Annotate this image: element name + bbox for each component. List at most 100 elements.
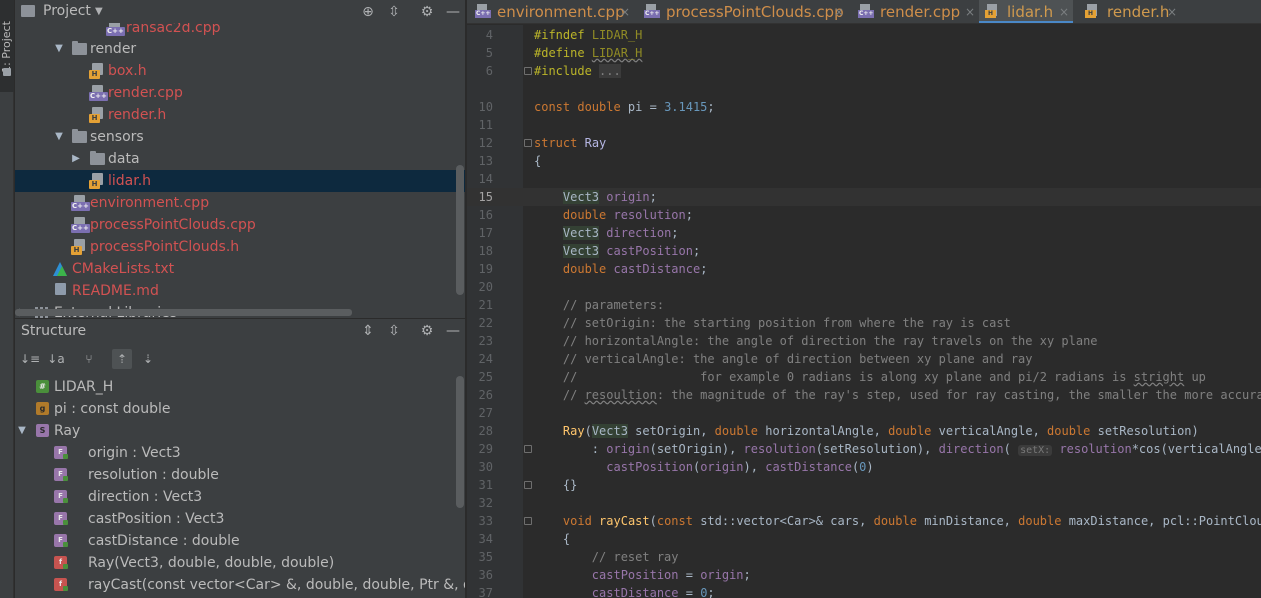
- code-line: 32: [467, 494, 1261, 512]
- locate-target-icon[interactable]: ⊕: [359, 3, 377, 21]
- sort-by-type-icon[interactable]: ↓≡: [20, 349, 40, 369]
- structure-item-label: resolution : double: [88, 467, 219, 483]
- code-line: 17 Vect3 direction;: [467, 224, 1261, 242]
- structure-panel: Structure ⇕ ⇳ ⚙ — ↓≡ ↓a ⑂ ⇡ ⇣ # LIDAR_H …: [15, 318, 465, 598]
- tree-item-processpointclouds-h[interactable]: H processPointClouds.h: [15, 236, 465, 258]
- line-number: 26: [478, 388, 493, 402]
- fold-collapse-icon[interactable]: [524, 139, 532, 147]
- current-code-line: 15 Vect3 origin;: [467, 188, 1261, 206]
- structure-item-ray-constructor[interactable]: f Ray(Vect3, double, double, double): [15, 552, 465, 574]
- parameter-hint: setX:: [1018, 445, 1053, 456]
- structure-item-lidar-h-macro[interactable]: # LIDAR_H: [15, 376, 465, 398]
- tree-item-render-h[interactable]: H render.h: [15, 104, 465, 126]
- structure-item-ray[interactable]: ▼ S Ray: [15, 420, 465, 442]
- tab-label: lidar.h: [1007, 3, 1054, 21]
- line-number: 11: [478, 118, 493, 132]
- structure-item-raycast[interactable]: f rayCast(const vector<Car> &, double, d…: [15, 574, 465, 596]
- structure-item-label: castDistance : double: [88, 533, 240, 549]
- collapse-all-icon[interactable]: ⇳: [385, 3, 403, 21]
- structure-vertical-scrollbar[interactable]: [456, 376, 464, 508]
- fold-collapse-icon[interactable]: [524, 481, 532, 489]
- tree-item-sensors-folder[interactable]: ▼ sensors: [15, 126, 465, 148]
- tree-item-box-h[interactable]: H box.h: [15, 60, 465, 82]
- public-lock-icon: [63, 520, 68, 525]
- tree-item-data-folder[interactable]: ▶ data: [15, 148, 465, 170]
- line-number: 17: [478, 226, 493, 240]
- code-line: 13{: [467, 152, 1261, 170]
- tree-item-render-cpp[interactable]: C++ render.cpp: [15, 82, 465, 104]
- tree-item-render-folder[interactable]: ▼ render: [15, 38, 465, 60]
- cpp-file-icon: C++: [71, 195, 90, 211]
- autoscroll-from-source-icon[interactable]: ⇣: [138, 349, 158, 369]
- line-number: 25: [478, 370, 493, 384]
- fold-collapse-icon[interactable]: [524, 445, 532, 453]
- code-line: 21 // parameters:: [467, 296, 1261, 314]
- show-inherited-icon[interactable]: ⑂: [79, 349, 99, 369]
- fold-expand-icon[interactable]: [524, 67, 532, 75]
- structure-item-direction[interactable]: F direction : Vect3: [15, 486, 465, 508]
- macro-icon: #: [36, 380, 49, 393]
- close-icon[interactable]: ×: [1059, 0, 1069, 23]
- fold-collapse-icon[interactable]: [524, 517, 532, 525]
- tree-item-cmakelists[interactable]: CMakeLists.txt: [15, 258, 465, 280]
- code-line: 10 const double pi = 3.1415;: [467, 98, 1261, 116]
- tab-label: environment.cpp: [497, 3, 625, 21]
- header-file-icon: H: [1085, 4, 1099, 19]
- code-line: 27: [467, 404, 1261, 422]
- collapse-all-icon[interactable]: ⇳: [385, 322, 403, 340]
- structure-item-origin[interactable]: F origin : Vect3: [15, 442, 465, 464]
- structure-item-resolution[interactable]: F resolution : double: [15, 464, 465, 486]
- project-horizontal-scrollbar[interactable]: [15, 309, 352, 316]
- public-lock-icon: [63, 498, 68, 503]
- cpp-file-icon: C++: [475, 4, 492, 19]
- hide-panel-icon[interactable]: —: [444, 3, 462, 21]
- line-number: 15: [478, 190, 493, 204]
- tree-item-readme[interactable]: README.md: [15, 280, 465, 302]
- tab-lidar-h[interactable]: H lidar.h ×: [979, 0, 1073, 23]
- gear-icon[interactable]: ⚙: [418, 3, 436, 21]
- project-tool-tab[interactable]: 1: Project: [0, 0, 14, 92]
- tab-render-cpp[interactable]: C++ render.cpp ×: [852, 0, 980, 23]
- expand-all-icon[interactable]: ⇕: [359, 322, 377, 340]
- code-line: 19 double castDistance;: [467, 260, 1261, 278]
- chevron-down-icon[interactable]: ▼: [95, 0, 103, 23]
- tree-item-label: render: [90, 41, 137, 57]
- project-vertical-scrollbar[interactable]: [456, 165, 464, 295]
- chevron-right-icon[interactable]: ▶: [70, 148, 82, 170]
- line-number: 23: [478, 334, 493, 348]
- gear-icon[interactable]: ⚙: [418, 322, 436, 340]
- hide-panel-icon[interactable]: —: [444, 322, 462, 340]
- tab-render-h[interactable]: H render.h ×: [1079, 0, 1183, 23]
- line-number: 21: [478, 298, 493, 312]
- close-icon[interactable]: ×: [620, 0, 630, 23]
- project-view-selector[interactable]: Project: [43, 0, 91, 23]
- cpp-file-icon: C++: [644, 4, 661, 19]
- code-line: 35 // reset ray: [467, 548, 1261, 566]
- code-line: 20: [467, 278, 1261, 296]
- autoscroll-to-source-icon[interactable]: ⇡: [112, 349, 132, 369]
- code-line: 23 // horizontalAngle: the angle of dire…: [467, 332, 1261, 350]
- tab-environment-cpp[interactable]: C++ environment.cpp ×: [469, 0, 635, 23]
- folded-region[interactable]: ...: [599, 64, 621, 78]
- structure-item-pi[interactable]: g pi : const double: [15, 398, 465, 420]
- chevron-down-icon[interactable]: ▼: [53, 38, 65, 60]
- structure-item-castposition[interactable]: F castPosition : Vect3: [15, 508, 465, 530]
- close-icon[interactable]: ×: [834, 0, 844, 23]
- tree-item-label: CMakeLists.txt: [72, 261, 175, 277]
- code-editor[interactable]: 4 #ifndef LIDAR_H 5 #define LIDAR_H 6 #incl…: [467, 25, 1261, 598]
- sort-alphabetically-icon[interactable]: ↓a: [46, 349, 66, 369]
- line-number: 34: [478, 532, 493, 546]
- line-number: 29: [478, 442, 493, 456]
- structure-item-castdistance[interactable]: F castDistance : double: [15, 530, 465, 552]
- close-icon[interactable]: ×: [1167, 0, 1177, 23]
- tree-item-environment-cpp[interactable]: C++ environment.cpp: [15, 192, 465, 214]
- tab-label: render.h: [1107, 3, 1170, 21]
- chevron-down-icon[interactable]: ▼: [16, 420, 28, 442]
- tab-processpointclouds-cpp[interactable]: C++ processPointClouds.cpp ×: [638, 0, 846, 23]
- tree-item-processpointclouds-cpp[interactable]: C++ processPointClouds.cpp: [15, 214, 465, 236]
- close-icon[interactable]: ×: [965, 0, 975, 23]
- line-number: 24: [478, 352, 493, 366]
- tree-item-lidar-h[interactable]: H lidar.h: [15, 170, 465, 192]
- tab-label: render.cpp: [880, 3, 961, 21]
- chevron-down-icon[interactable]: ▼: [53, 126, 65, 148]
